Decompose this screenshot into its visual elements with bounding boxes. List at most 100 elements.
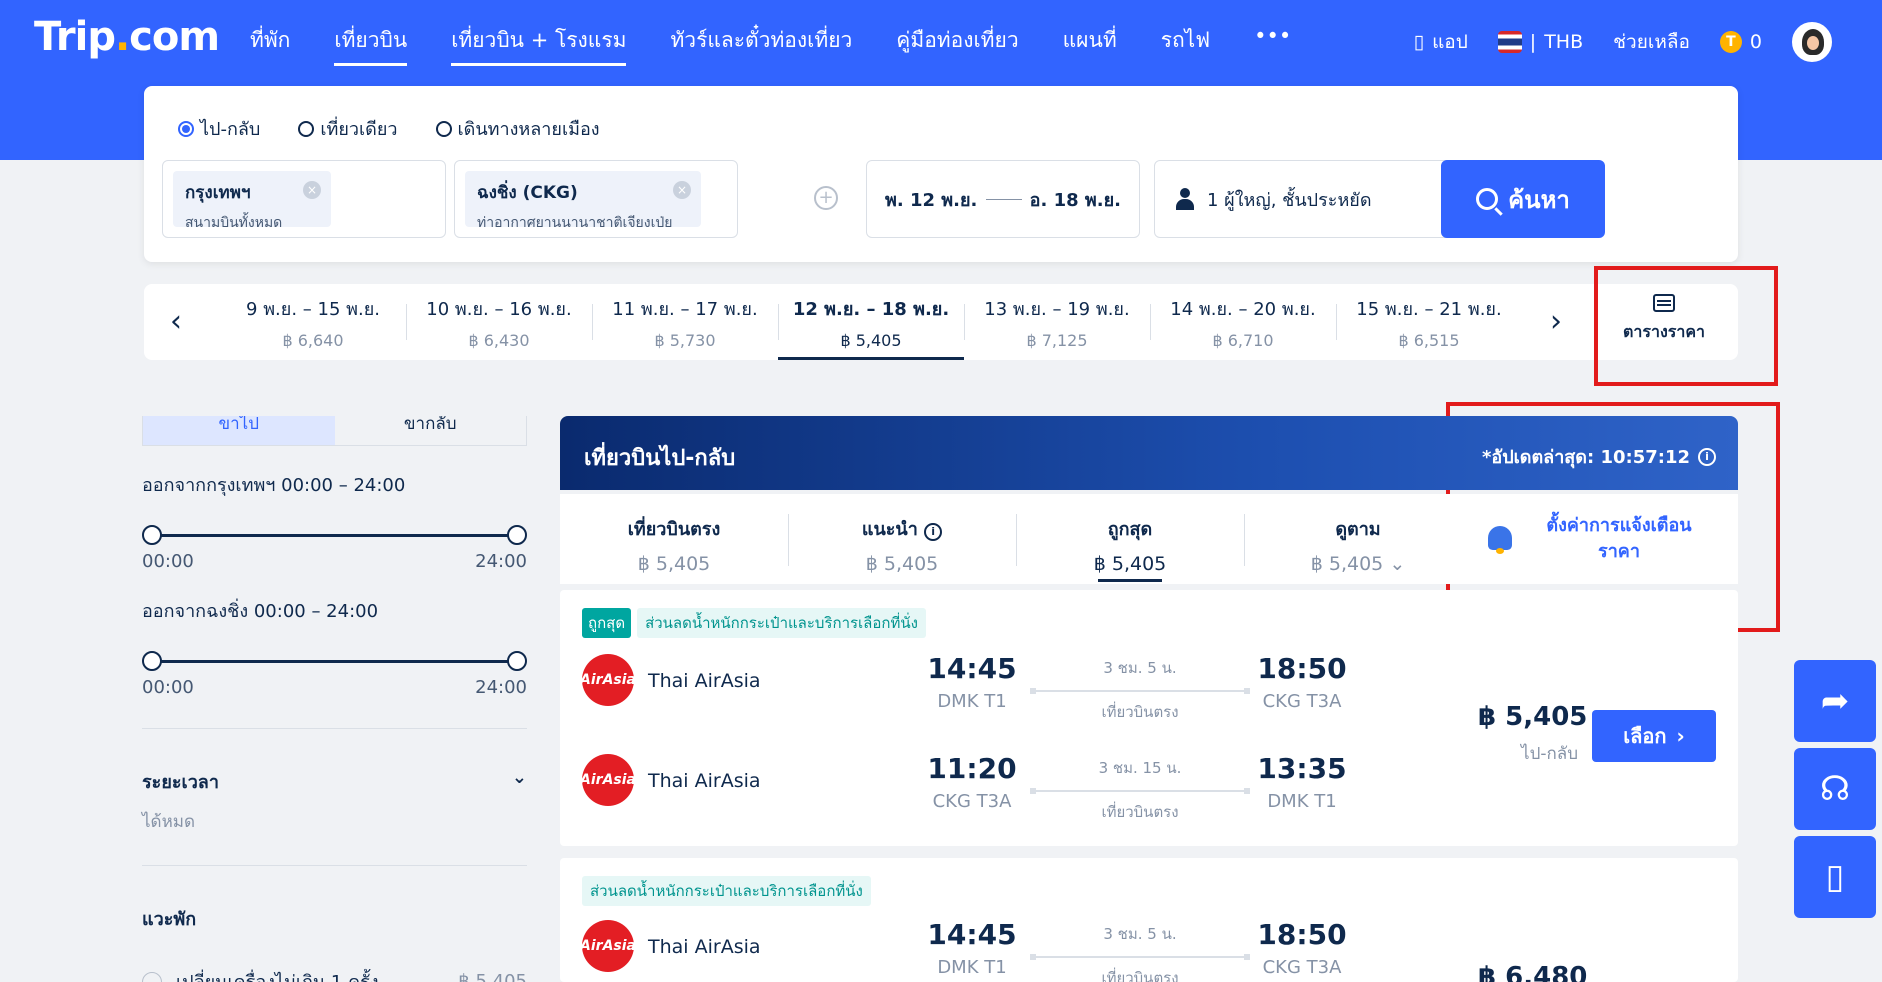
slider-handle-end[interactable] xyxy=(507,525,527,545)
chevron-right-icon: › xyxy=(1676,724,1685,748)
airasia-logo: AirAsia xyxy=(580,754,636,806)
app-link[interactable]: ▯ แอป xyxy=(1414,27,1468,57)
destination-field[interactable]: ฉงชิ่ง (CKG) ท่าอากาศยานนานาชาติเจียงเป่… xyxy=(454,160,738,238)
stops-option[interactable]: เปลี่ยนเครื่องไม่เกิน 1 ครั้ง ฿ 5,405 xyxy=(142,967,527,982)
trip-coins[interactable]: T0 xyxy=(1719,31,1762,53)
person-icon xyxy=(1175,188,1195,210)
thai-flag-icon xyxy=(1497,31,1522,53)
sort-cheapest[interactable]: ถูกสุด฿ 5,405 xyxy=(1016,494,1244,584)
info-icon: i xyxy=(924,523,943,541)
add-destination-icon[interactable]: + xyxy=(814,186,838,210)
flight-search-card: ไป-กลับ เที่ยวเดียว เดินทางหลายเมือง กรุ… xyxy=(144,86,1738,262)
results-header: เที่ยวบินไป-กลับ *อัปเดตล่าสุด: 10:57:12… xyxy=(560,416,1738,490)
destination-chip: ฉงชิ่ง (CKG) ท่าอากาศยานนานาชาติเจียงเป่… xyxy=(465,171,701,231)
search-button[interactable]: ค้นหา xyxy=(1441,160,1605,238)
nav-hotels[interactable]: ที่พัก xyxy=(250,24,290,66)
sort-direct[interactable]: เที่ยวบินตรง฿ 5,405 xyxy=(560,494,788,584)
depart-bkk-slider[interactable] xyxy=(142,525,527,545)
customer-support-button[interactable]: ☊ xyxy=(1794,748,1876,830)
slider-handle-start[interactable] xyxy=(142,651,162,671)
tab-outbound[interactable]: ขาไป xyxy=(143,416,335,445)
highlight-box-price-calendar xyxy=(1594,266,1778,386)
nav-map[interactable]: แผนที่ xyxy=(1063,24,1117,66)
nav-flights[interactable]: เที่ยวบิน xyxy=(334,24,408,66)
phone-icon: ▯ xyxy=(1825,857,1845,897)
mobile-app-button[interactable]: ▯ xyxy=(1794,836,1876,918)
main-nav: ที่พัก เที่ยวบิน เที่ยวบิน + โรงแรม ทัวร… xyxy=(250,24,1291,66)
date-price-strip: ‹ 9 พ.ย. – 15 พ.ย. ฿ 6,640 10 พ.ย. – 16 พ… xyxy=(144,284,1738,360)
next-dates-button[interactable]: › xyxy=(1550,304,1562,339)
airasia-logo: AirAsia xyxy=(580,920,636,972)
share-button[interactable]: ➦ xyxy=(1794,660,1876,742)
select-flight-button[interactable]: เลือก › xyxy=(1592,710,1716,762)
depart-bkk-label: ออกจากกรุงเทพฯ 00:00 – 24:00 xyxy=(142,475,406,496)
trip-logo[interactable]: Trip.com xyxy=(34,14,220,60)
help-link[interactable]: ช่วยเหลือ xyxy=(1613,27,1690,57)
bell-icon xyxy=(1486,524,1514,554)
trip-type-roundtrip[interactable]: ไป-กลับ xyxy=(178,114,260,143)
chevron-down-icon: ⌄ xyxy=(511,767,527,788)
stops-filter-header: แวะพัก xyxy=(142,909,197,930)
airasia-logo: AirAsia xyxy=(580,654,636,706)
nav-trains[interactable]: รถไฟ xyxy=(1161,24,1210,66)
date-cell[interactable]: 10 พ.ย. – 16 พ.ย. ฿ 6,430 xyxy=(406,284,592,360)
card-price: ฿ 5,405 ไป-กลับ xyxy=(1478,702,1588,764)
radio-selected-icon xyxy=(178,120,194,137)
clear-origin-icon[interactable]: × xyxy=(303,181,321,199)
radio-icon xyxy=(298,120,315,137)
return-date: อ. 18 พ.ย. xyxy=(1029,189,1121,211)
nav-flight-hotel[interactable]: เที่ยวบิน + โรงแรม xyxy=(451,24,627,66)
depart-ckg-slider[interactable] xyxy=(142,651,527,671)
date-cells: 9 พ.ย. – 15 พ.ย. ฿ 6,640 10 พ.ย. – 16 พ.ย… xyxy=(220,284,1522,360)
floating-actions: ➦ ☊ ▯ xyxy=(1794,660,1876,924)
outbound-leg: AirAsia Thai AirAsia 14:45 DMK T1 3 ชม. 5… xyxy=(580,918,1347,982)
price-alert-button[interactable]: ตั้งค่าการแจ้งเตือนราคา xyxy=(1448,494,1738,584)
prev-dates-button[interactable]: ‹ xyxy=(170,304,182,339)
leg-tabs: ขาไป ขากลับ xyxy=(142,416,527,446)
user-avatar[interactable] xyxy=(1792,22,1832,62)
return-leg: AirAsia Thai AirAsia 11:20 CKG T3A 3 ชม. … xyxy=(580,752,1347,821)
origin-field[interactable]: กรุงเทพฯ สนามบินทั้งหมด × xyxy=(162,160,446,238)
date-cell[interactable]: 9 พ.ย. – 15 พ.ย. ฿ 6,640 xyxy=(220,284,406,360)
tab-return[interactable]: ขากลับ xyxy=(335,416,527,445)
date-cell[interactable]: 11 พ.ย. – 17 พ.ย. ฿ 5,730 xyxy=(592,284,778,360)
promo-badge: ส่วนลดน้ำหนักกระเป๋าและบริการเลือกที่นั่… xyxy=(582,876,871,906)
passenger-class-field[interactable]: 1 ผู้ใหญ่, ชั้นประหยัด ⌄ xyxy=(1154,160,1478,238)
date-cell[interactable]: 15 พ.ย. – 21 พ.ย. ฿ 6,515 xyxy=(1336,284,1522,360)
headset-icon: ☊ xyxy=(1819,769,1851,809)
info-icon[interactable]: i xyxy=(1698,447,1716,466)
sort-by[interactable]: ดูตาม฿ 5,405 ⌄ xyxy=(1244,494,1472,584)
origin-chip: กรุงเทพฯ สนามบินทั้งหมด × xyxy=(173,171,331,231)
outbound-leg: AirAsia Thai AirAsia 14:45 DMK T1 3 ชม. 5… xyxy=(580,652,1347,721)
nav-right: ▯ แอป | THB ช่วยเหลือ T0 xyxy=(1414,22,1832,62)
date-cell[interactable]: 14 พ.ย. – 20 พ.ย. ฿ 6,710 xyxy=(1150,284,1336,360)
radio-icon xyxy=(435,120,452,137)
slider-handle-start[interactable] xyxy=(142,525,162,545)
trip-type-options: ไป-กลับ เที่ยวเดียว เดินทางหลายเมือง xyxy=(178,114,600,143)
cheapest-badge: ถูกสุด xyxy=(582,608,632,638)
nav-tours[interactable]: ทัวร์และตั๋วท่องเที่ยว xyxy=(670,24,852,66)
clear-destination-icon[interactable]: × xyxy=(673,181,691,199)
flight-card[interactable]: ส่วนลดน้ำหนักกระเป๋าและบริการเลือกที่นั่… xyxy=(560,858,1738,982)
promo-badge: ส่วนลดน้ำหนักกระเป๋าและบริการเลือกที่นั่… xyxy=(637,608,926,638)
share-arrow-icon: ➦ xyxy=(1820,681,1850,721)
flight-card[interactable]: ถูกสุด ส่วนลดน้ำหนักกระเป๋าและบริการเลือ… xyxy=(560,590,1738,846)
date-cell[interactable]: 13 พ.ย. – 19 พ.ย. ฿ 7,125 xyxy=(964,284,1150,360)
date-separator xyxy=(985,198,1022,200)
search-icon xyxy=(1476,188,1499,210)
nav-more[interactable]: ••• xyxy=(1254,24,1291,66)
depart-date: พ. 12 พ.ย. xyxy=(885,189,978,211)
trip-type-oneway[interactable]: เที่ยวเดียว xyxy=(298,114,398,143)
depart-ckg-label: ออกจากฉงชิ่ง 00:00 – 24:00 xyxy=(142,601,379,622)
date-cell-selected[interactable]: 12 พ.ย. – 18 พ.ย. ฿ 5,405 xyxy=(778,284,964,360)
currency-selector[interactable]: | THB xyxy=(1497,31,1583,53)
date-field[interactable]: พ. 12 พ.ย. อ. 18 พ.ย. xyxy=(866,160,1140,238)
slider-handle-end[interactable] xyxy=(507,651,527,671)
nav-guides[interactable]: คู่มือท่องเที่ยว xyxy=(896,24,1018,66)
sort-recommended[interactable]: แนะนำ i ฿ 5,405 xyxy=(788,494,1016,584)
radio-icon xyxy=(142,971,162,982)
duration-filter-header[interactable]: ระยะเวลา ⌄ xyxy=(142,767,527,796)
chevron-down-icon: ⌄ xyxy=(1389,553,1406,575)
last-updated: *อัปเดตล่าสุด: 10:57:12 i xyxy=(1482,442,1716,471)
trip-type-multicity[interactable]: เดินทางหลายเมือง xyxy=(435,114,600,143)
